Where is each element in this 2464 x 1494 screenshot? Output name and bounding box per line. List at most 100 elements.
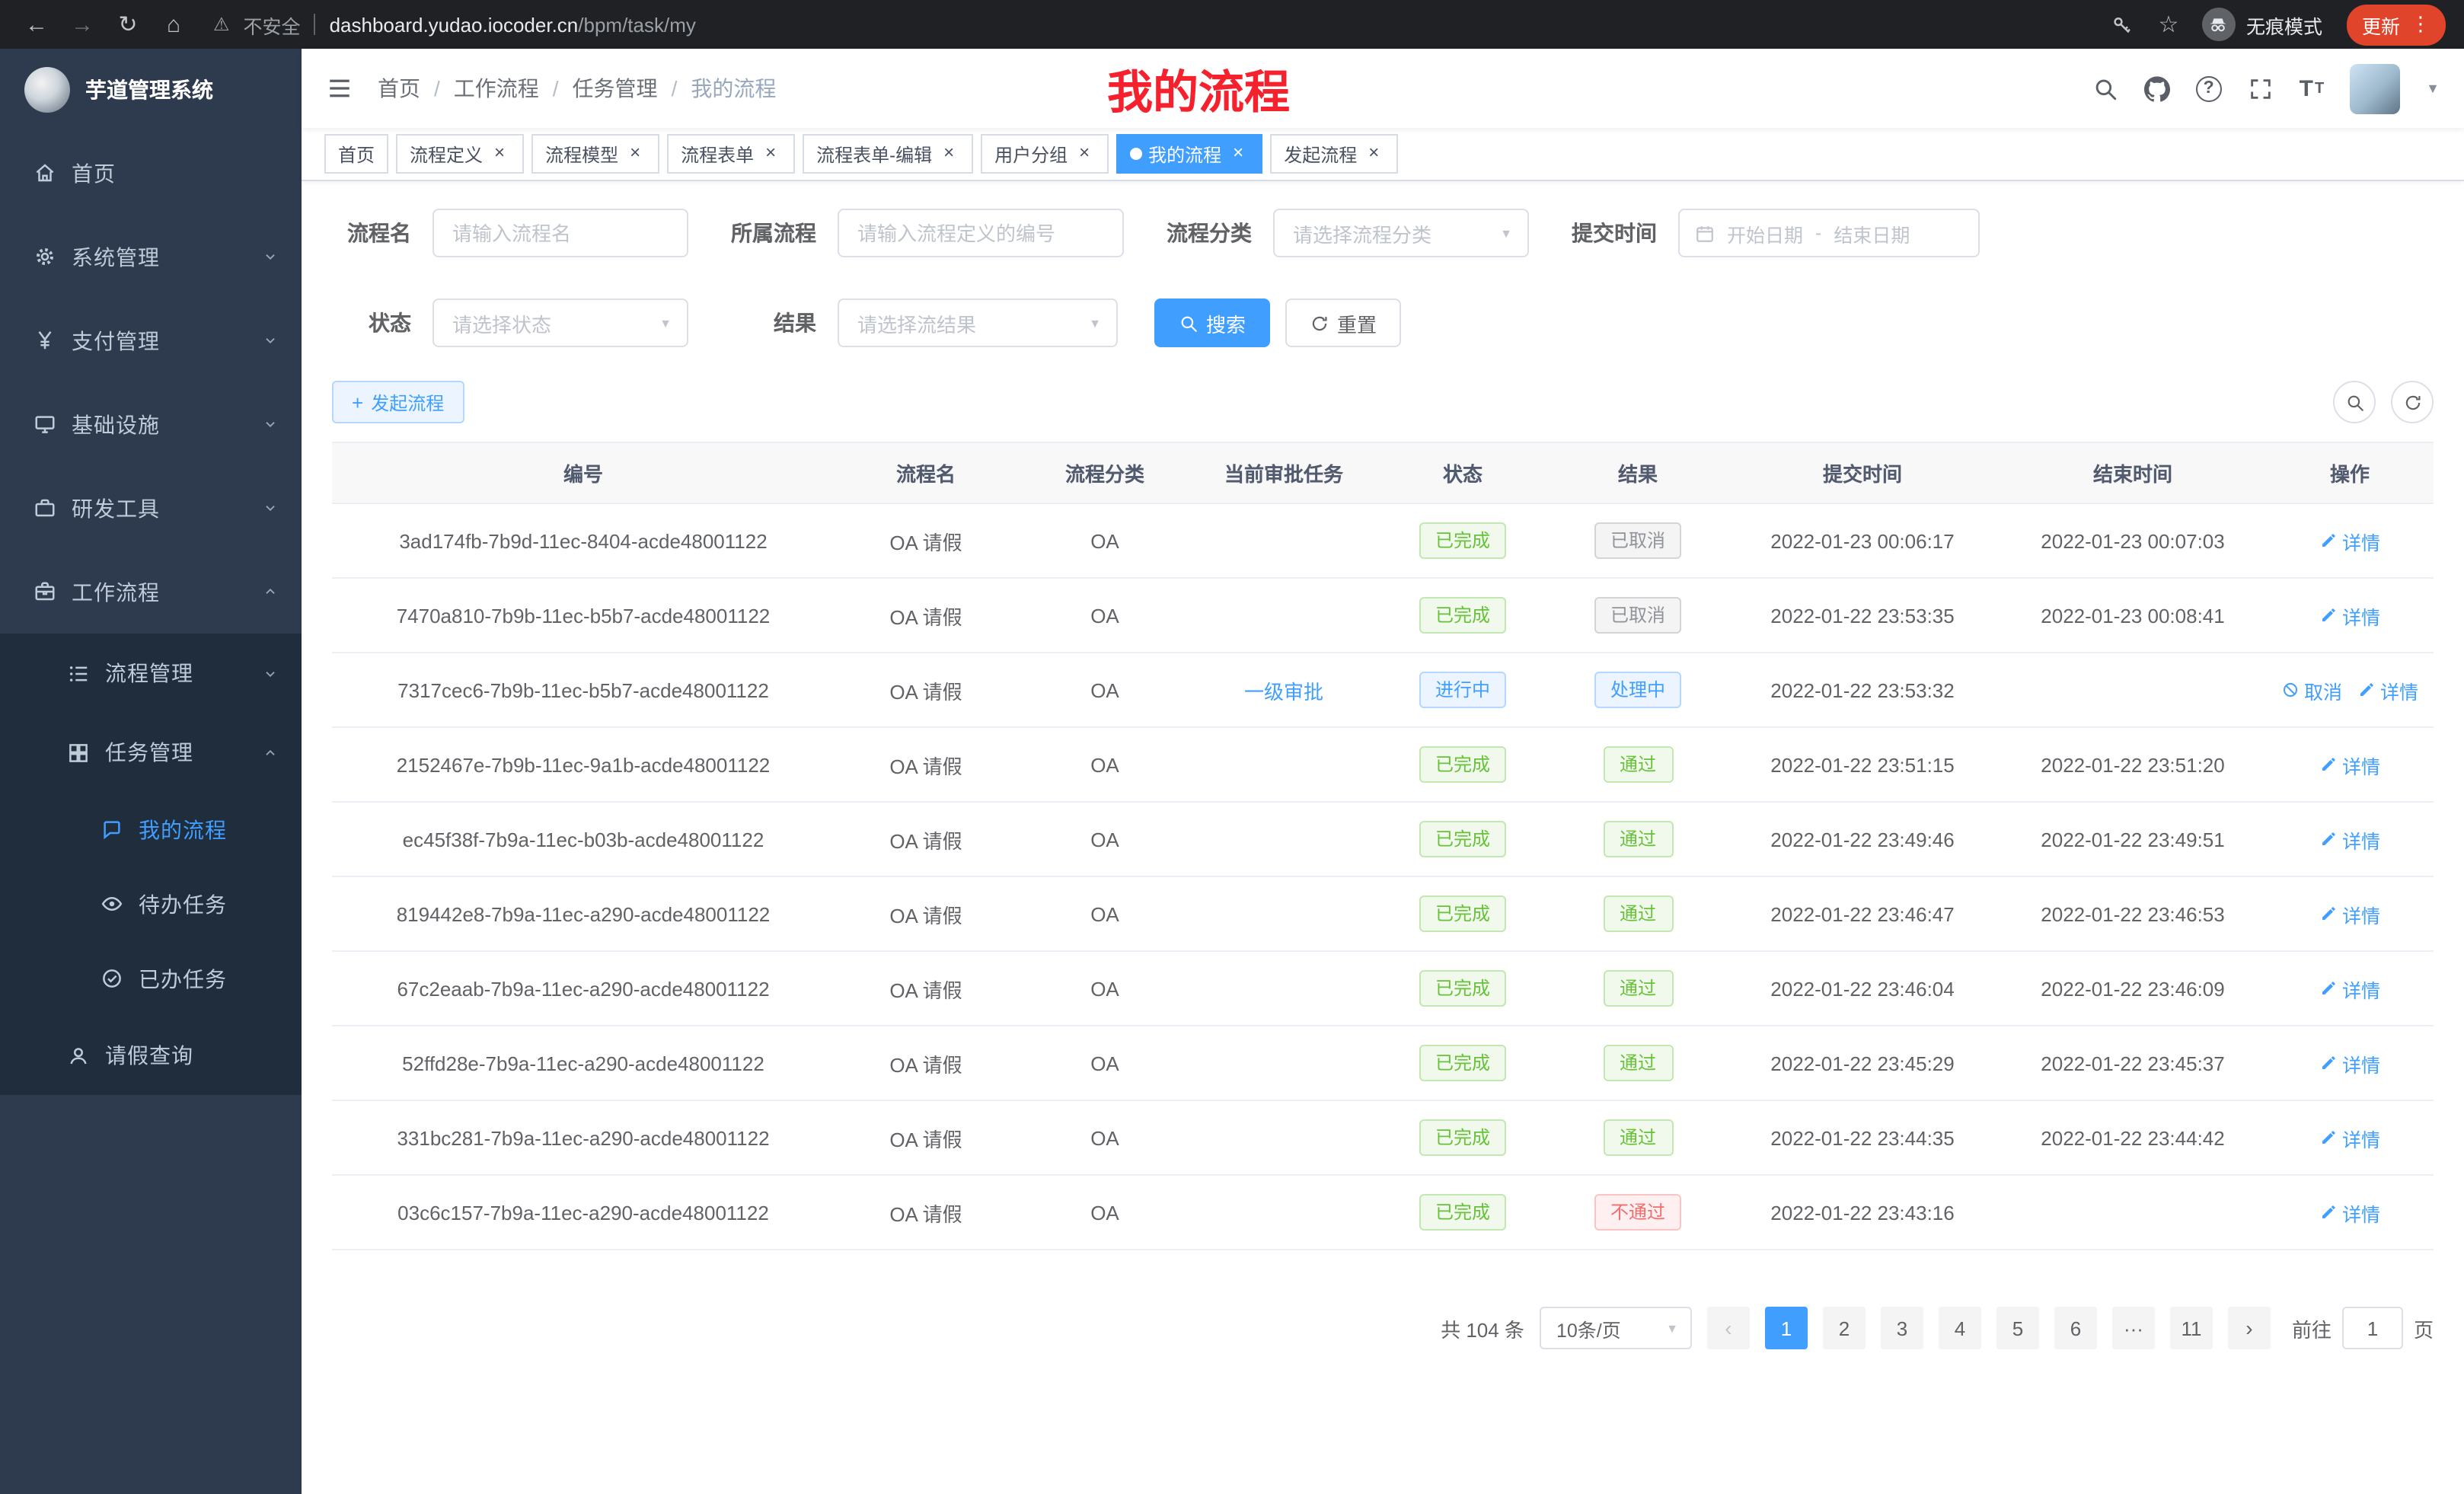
filter-submit-time: 提交时间 开始日期 - 结束日期 [1566, 209, 1980, 257]
bookmark-star-icon[interactable]: ☆ [2150, 6, 2187, 43]
reset-button[interactable]: 重置 [1285, 298, 1401, 347]
page-size-select[interactable]: 10条/页 ▼ [1540, 1307, 1692, 1349]
sidebar-item-process-management[interactable]: 流程管理 [0, 634, 302, 713]
tab-item[interactable]: 首页 [324, 134, 388, 174]
toggle-search-button[interactable] [2333, 381, 2376, 423]
breadcrumb-item: 我的流程 [691, 73, 776, 104]
result-badge: 通过 [1603, 1119, 1673, 1156]
page-button-11[interactable]: 11 [2170, 1307, 2213, 1349]
tab-item[interactable]: 我的流程× [1116, 134, 1262, 174]
cell-current-task [1192, 578, 1375, 653]
page-button-5[interactable]: 5 [1996, 1307, 2039, 1349]
detail-action-link[interactable]: 详情 [2319, 825, 2380, 854]
detail-action-link[interactable]: 详情 [2319, 1049, 2380, 1077]
cell-actions: 详情 [2266, 802, 2434, 876]
fullscreen-icon[interactable] [2248, 75, 2274, 101]
reset-button-label: 重置 [1337, 308, 1377, 337]
breadcrumb-item[interactable]: 工作流程 [454, 73, 539, 104]
sidebar-item-system-management[interactable]: 系统管理 [0, 215, 302, 298]
sidebar-item-payment-management[interactable]: 支付管理 [0, 298, 302, 382]
home-icon[interactable]: ⌂ [155, 6, 192, 43]
status-select[interactable]: 请选择状态 ▼ [432, 298, 688, 347]
hamburger-icon[interactable] [326, 75, 353, 102]
page-button-4[interactable]: 4 [1939, 1307, 1981, 1349]
cell-category: OA [1017, 1026, 1192, 1100]
category-select[interactable]: 请选择流程分类 ▼ [1273, 209, 1529, 257]
font-size-icon[interactable]: TT [2300, 75, 2325, 101]
result-badge: 已取消 [1595, 597, 1680, 634]
cell-process-id: 331bc281-7b9a-11ec-a290-acde48001122 [332, 1100, 835, 1175]
tab-close-icon[interactable]: × [1227, 143, 1249, 164]
help-icon[interactable]: ? [2196, 75, 2222, 101]
detail-action-link[interactable]: 详情 [2357, 675, 2418, 704]
page-ellipsis[interactable]: ··· [2112, 1307, 2155, 1349]
key-icon[interactable] [2105, 6, 2141, 43]
column-header: 操作 [2266, 442, 2434, 503]
detail-action-link[interactable]: 详情 [2319, 974, 2380, 1003]
sidebar-item-task-management[interactable]: 任务管理 [0, 713, 302, 792]
detail-action-link[interactable]: 详情 [2319, 1198, 2380, 1227]
tab-close-icon[interactable]: × [489, 143, 510, 164]
update-button[interactable]: 更新 ⋮ [2347, 4, 2446, 45]
sidebar-item-label: 已办任务 [139, 963, 227, 994]
breadcrumb-item[interactable]: 首页 [378, 73, 420, 104]
status-badge: 已完成 [1420, 970, 1505, 1007]
next-page-button[interactable]: › [2228, 1307, 2271, 1349]
process-name-input[interactable] [432, 209, 688, 257]
sidebar-item-leave-query[interactable]: 请假查询 [0, 1016, 302, 1095]
browser-menu-icon[interactable]: ⋮ [2411, 12, 2430, 37]
goto-page-input[interactable] [2342, 1307, 2403, 1349]
forward-icon[interactable]: → [64, 6, 101, 43]
sidebar-item-my-process[interactable]: 我的流程 [0, 792, 302, 867]
refresh-table-button[interactable] [2391, 381, 2434, 423]
search-button[interactable]: 搜索 [1154, 298, 1270, 347]
sidebar-item-dev-tools[interactable]: 研发工具 [0, 466, 302, 550]
date-range-picker[interactable]: 开始日期 - 结束日期 [1678, 209, 1980, 257]
home-icon [34, 161, 56, 184]
cell-process-name: OA 请假 [835, 1026, 1017, 1100]
tab-item[interactable]: 用户分组× [981, 134, 1109, 174]
tab-close-icon[interactable]: × [624, 143, 646, 164]
detail-action-link[interactable]: 详情 [2319, 899, 2380, 928]
process-definition-input[interactable] [838, 209, 1124, 257]
tab-item[interactable]: 发起流程× [1270, 134, 1398, 174]
result-select[interactable]: 请选择流结果 ▼ [838, 298, 1118, 347]
detail-action-link[interactable]: 详情 [2319, 601, 2380, 630]
reload-icon[interactable]: ↻ [110, 6, 146, 43]
tab-close-icon[interactable]: × [1363, 143, 1384, 164]
start-process-button[interactable]: + 发起流程 [332, 381, 464, 423]
detail-action-link[interactable]: 详情 [2319, 526, 2380, 555]
current-task-link[interactable]: 一级审批 [1244, 680, 1323, 703]
tab-close-icon[interactable]: × [938, 143, 959, 164]
address-bar[interactable]: ⚠ 不安全 dashboard.yudao.iocoder.cn/bpm/tas… [201, 10, 2095, 39]
table-body: 3ad174fb-7b9d-11ec-8404-acde48001122OA 请… [332, 503, 2434, 1250]
tab-item[interactable]: 流程表单-编辑× [803, 134, 973, 174]
page-button-2[interactable]: 2 [1823, 1307, 1866, 1349]
sidebar-item-infrastructure[interactable]: 基础设施 [0, 382, 302, 466]
back-icon[interactable]: ← [18, 6, 55, 43]
avatar-caret-icon[interactable]: ▼ [2426, 81, 2440, 96]
search-icon[interactable] [2092, 75, 2118, 101]
breadcrumb-item[interactable]: 任务管理 [573, 73, 658, 104]
github-icon[interactable] [2144, 75, 2170, 101]
cell-current-task [1192, 951, 1375, 1026]
tab-item[interactable]: 流程表单× [667, 134, 795, 174]
cell-process-name: OA 请假 [835, 876, 1017, 951]
tab-item[interactable]: 流程定义× [396, 134, 524, 174]
page-button-3[interactable]: 3 [1881, 1307, 1923, 1349]
cancel-action-link[interactable]: 取消 [2281, 675, 2342, 704]
sidebar-item-done-tasks[interactable]: 已办任务 [0, 941, 302, 1016]
prev-page-button[interactable]: ‹ [1707, 1307, 1750, 1349]
tab-item[interactable]: 流程模型× [531, 134, 659, 174]
page-button-6[interactable]: 6 [2054, 1307, 2097, 1349]
sidebar-item-home[interactable]: 首页 [0, 131, 302, 215]
detail-action-link[interactable]: 详情 [2319, 750, 2380, 779]
user-avatar[interactable] [2350, 63, 2400, 113]
sidebar-item-todo-tasks[interactable]: 待办任务 [0, 867, 302, 941]
tab-close-icon[interactable]: × [1074, 143, 1095, 164]
sidebar-item-workflow[interactable]: 工作流程 [0, 550, 302, 634]
tab-close-icon[interactable]: × [760, 143, 781, 164]
detail-action-link[interactable]: 详情 [2319, 1123, 2380, 1152]
page-button-1[interactable]: 1 [1765, 1307, 1808, 1349]
top-navbar: 首页/工作流程/任务管理/我的流程 我的流程 ? TT ▼ [302, 49, 2464, 128]
